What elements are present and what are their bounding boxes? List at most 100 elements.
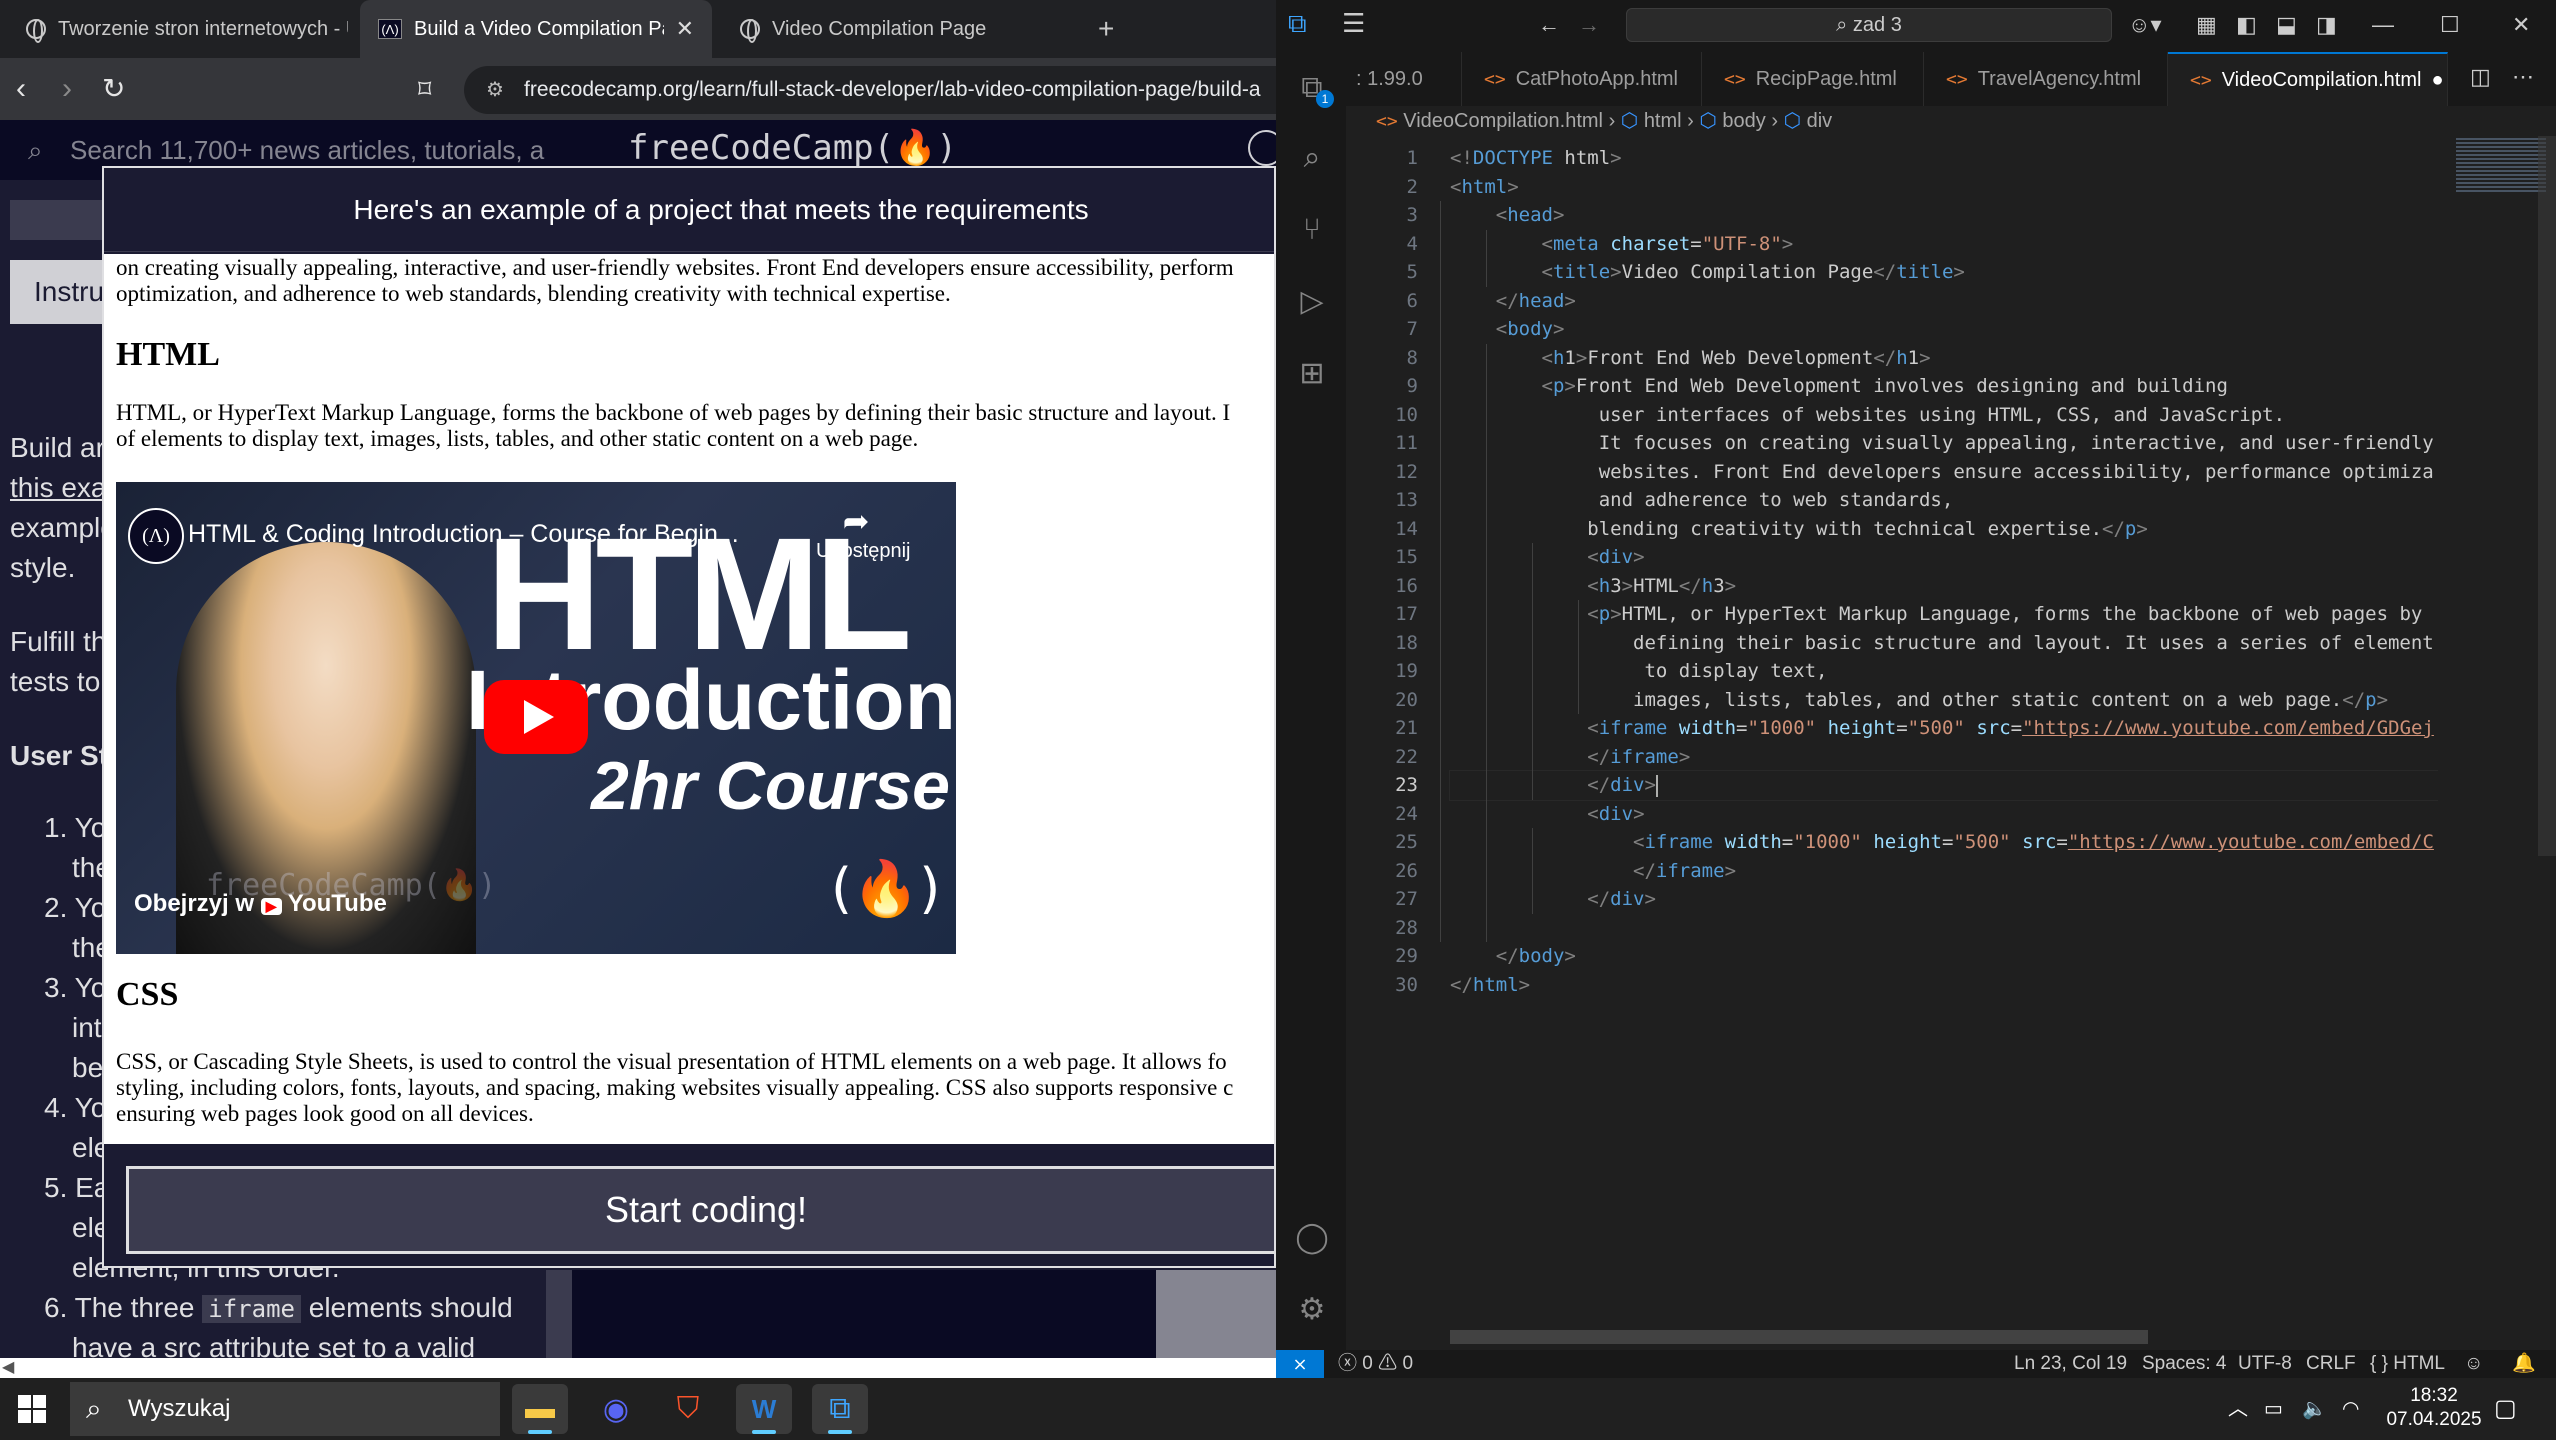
browser-horizontal-scrollbar[interactable]: ◀ [0,1358,1276,1378]
maximize-icon[interactable]: ☐ [2440,12,2460,38]
end-of-line[interactable]: CRLF [2306,1350,2356,1378]
back-arrow-icon[interactable]: ‹ [16,72,26,106]
code-line[interactable]: <iframe width="1000" height="500" src="h… [1450,828,2434,857]
breadcrumb-file[interactable]: VideoCompilation.html [1403,110,1603,132]
code-line[interactable]: <p>HTML, or HyperText Markup Language, f… [1450,600,2422,629]
battery-icon[interactable]: ▭ [2264,1378,2283,1440]
notifications-bell-icon[interactable]: 🔔 [2512,1350,2536,1378]
language-mode[interactable]: { } HTML [2370,1350,2445,1378]
lesson-link[interactable]: this exa [10,468,107,508]
toggle-sidebar-icon[interactable]: ◧ [2236,12,2257,38]
editor-tab-videocompilation[interactable]: <> VideoCompilation.html ● [2168,52,2448,106]
extensions-icon[interactable]: ⊞ [1294,356,1330,392]
site-info-icon[interactable]: ⚙ [486,66,504,114]
copilot-icon[interactable]: ☺▾ [2128,12,2162,38]
volume-icon[interactable]: 🔈 [2302,1378,2327,1440]
code-line[interactable]: It focuses on creating visually appealin… [1450,429,2434,458]
browser-tab-3[interactable]: Video Compilation Page [722,0,1062,58]
bookmark-icon[interactable]: ⌑ [418,72,431,106]
code-line[interactable]: <meta charset="UTF-8"> [1450,230,1794,259]
code-line[interactable]: <head> [1450,201,1565,230]
close-tab-icon[interactable]: ✕ [676,16,694,42]
file-explorer-icon[interactable]: ▬ [512,1384,568,1434]
code-line[interactable]: websites. Front End developers ensure ac… [1450,458,2434,487]
code-line[interactable]: <div> [1450,800,1644,829]
command-center-search[interactable]: ⌕ zad 3 [1626,8,2112,42]
problems-indicator[interactable]: ⓧ 0 ⚠ 0 [1338,1350,1413,1378]
split-editor-icon[interactable]: ◫ [2470,64,2491,90]
vertical-scrollbar[interactable] [2538,136,2556,856]
encoding[interactable]: UTF-8 [2238,1350,2292,1378]
video-title[interactable]: HTML & Coding Introduction – Course for … [188,520,739,549]
code-line[interactable]: <title>Video Compilation Page</title> [1450,258,1965,287]
discord-icon[interactable]: ◉ [588,1384,644,1434]
vscode-taskbar-icon[interactable]: ⧉ [812,1384,868,1434]
code-line[interactable]: <h1>Front End Web Development</h1> [1450,344,1931,373]
code-line[interactable]: images, lists, tables, and other static … [1450,686,2388,715]
indentation[interactable]: Spaces: 4 [2142,1350,2227,1378]
code-line[interactable]: <!DOCTYPE html> [1450,144,1622,173]
code-line[interactable]: blending creativity with technical exper… [1450,515,2148,544]
back-arrow-icon[interactable]: ← [1538,12,1560,38]
remote-indicator-icon[interactable]: ⨯ [1276,1350,1324,1378]
taskbar-search[interactable]: ⌕ Wyszukaj [70,1382,500,1436]
breadcrumb-body[interactable]: body [1722,110,1765,132]
wifi-icon[interactable]: ◠ [2342,1378,2359,1440]
editor-tab[interactable]: : 1.99.0 [1346,52,1462,106]
cursor-position[interactable]: Ln 23, Col 19 [2014,1350,2127,1378]
layout-customize-icon[interactable]: ▦ [2196,12,2217,38]
menu-icon[interactable]: ☰ [1342,8,1365,39]
reload-icon[interactable]: ↻ [102,72,125,106]
breadcrumb-div[interactable]: div [1807,110,1833,132]
code-line[interactable]: </html> [1450,971,1530,1000]
editor-tab-travelagency[interactable]: <> TravelAgency.html [1924,52,2168,106]
more-actions-icon[interactable]: ⋯ [2512,64,2534,90]
windows-start-icon[interactable] [18,1395,46,1423]
notification-center-icon[interactable]: ▢ [2494,1378,2517,1440]
word-icon[interactable]: W [736,1384,792,1434]
code-line[interactable]: to display text, [1450,657,1827,686]
code-line[interactable]: <h3>HTML</h3> [1450,572,1736,601]
code-line[interactable]: </div> [1449,770,2438,801]
breadcrumb-html[interactable]: html [1644,110,1682,132]
code-line[interactable]: <div> [1450,543,1644,572]
settings-gear-icon[interactable]: ⚙ [1294,1292,1330,1328]
code-line[interactable]: <body> [1450,315,1565,344]
browser-tab-1[interactable]: Tworzenie stron internetowych - Ur [8,0,348,58]
code-editor[interactable]: 1 <!DOCTYPE html> 2 <html> 3 <head> 4 <meta c… [1346,136,2438,1326]
youtube-video-embed[interactable]: HTML Introduction 2hr Course (Λ) HTML & … [116,482,956,954]
watch-on-youtube-button[interactable]: Obejrzyj w ▶ YouTube [134,890,387,918]
code-line[interactable]: </head> [1450,287,1576,316]
channel-avatar-icon[interactable]: (Λ) [128,508,184,564]
toggle-panel-icon[interactable]: ⬓ [2276,12,2297,38]
horizontal-scrollbar[interactable] [1450,1330,2148,1344]
share-button[interactable]: ➦ Udostępnij [816,502,911,563]
start-coding-button[interactable]: Start coding! [126,1166,1274,1254]
accounts-icon[interactable]: ◯ [1294,1220,1330,1256]
code-line[interactable]: <p>Front End Web Development involves de… [1450,372,2228,401]
brave-browser-icon[interactable]: ⛉ [660,1384,716,1434]
code-line[interactable]: <html> [1450,173,1519,202]
show-hidden-icons-icon[interactable]: ︿ [2228,1378,2248,1440]
minimize-icon[interactable]: — [2372,12,2394,38]
browser-tab-2[interactable]: (Λ) Build a Video Compilation Page ✕ [360,0,712,58]
play-button[interactable] [484,680,588,754]
url-field[interactable]: ⚙ freecodecamp.org/learn/full-stack-deve… [464,66,1276,114]
code-line[interactable]: <iframe width="1000" height="500" src="h… [1450,714,2434,743]
forward-arrow-icon[interactable]: → [1578,12,1600,38]
editor-tab-recippage[interactable]: <> RecipPage.html [1702,52,1924,106]
taskbar-clock[interactable]: 18:32 07.04.2025 [2384,1384,2484,1432]
code-line[interactable]: </body> [1450,942,1576,971]
editor-tab-catphotoapp[interactable]: <> CatPhotoApp.html [1462,52,1702,106]
copilot-status-icon[interactable]: ☺ [2464,1350,2483,1378]
code-line[interactable]: user interfaces of websites using HTML, … [1450,401,2285,430]
code-line[interactable]: </iframe> [1450,857,1736,886]
code-line[interactable]: and adherence to web standards, [1450,486,1954,515]
code-line[interactable]: </div> [1450,885,1656,914]
toggle-secondary-sidebar-icon[interactable]: ◨ [2316,12,2337,38]
close-window-icon[interactable]: ✕ [2512,12,2530,38]
explorer-icon[interactable]: ⧉ 1 [1294,70,1334,108]
search-icon[interactable]: ⌕ [1294,140,1330,176]
forward-arrow-icon[interactable]: › [62,72,72,106]
new-tab-button[interactable]: + [1080,0,1120,58]
